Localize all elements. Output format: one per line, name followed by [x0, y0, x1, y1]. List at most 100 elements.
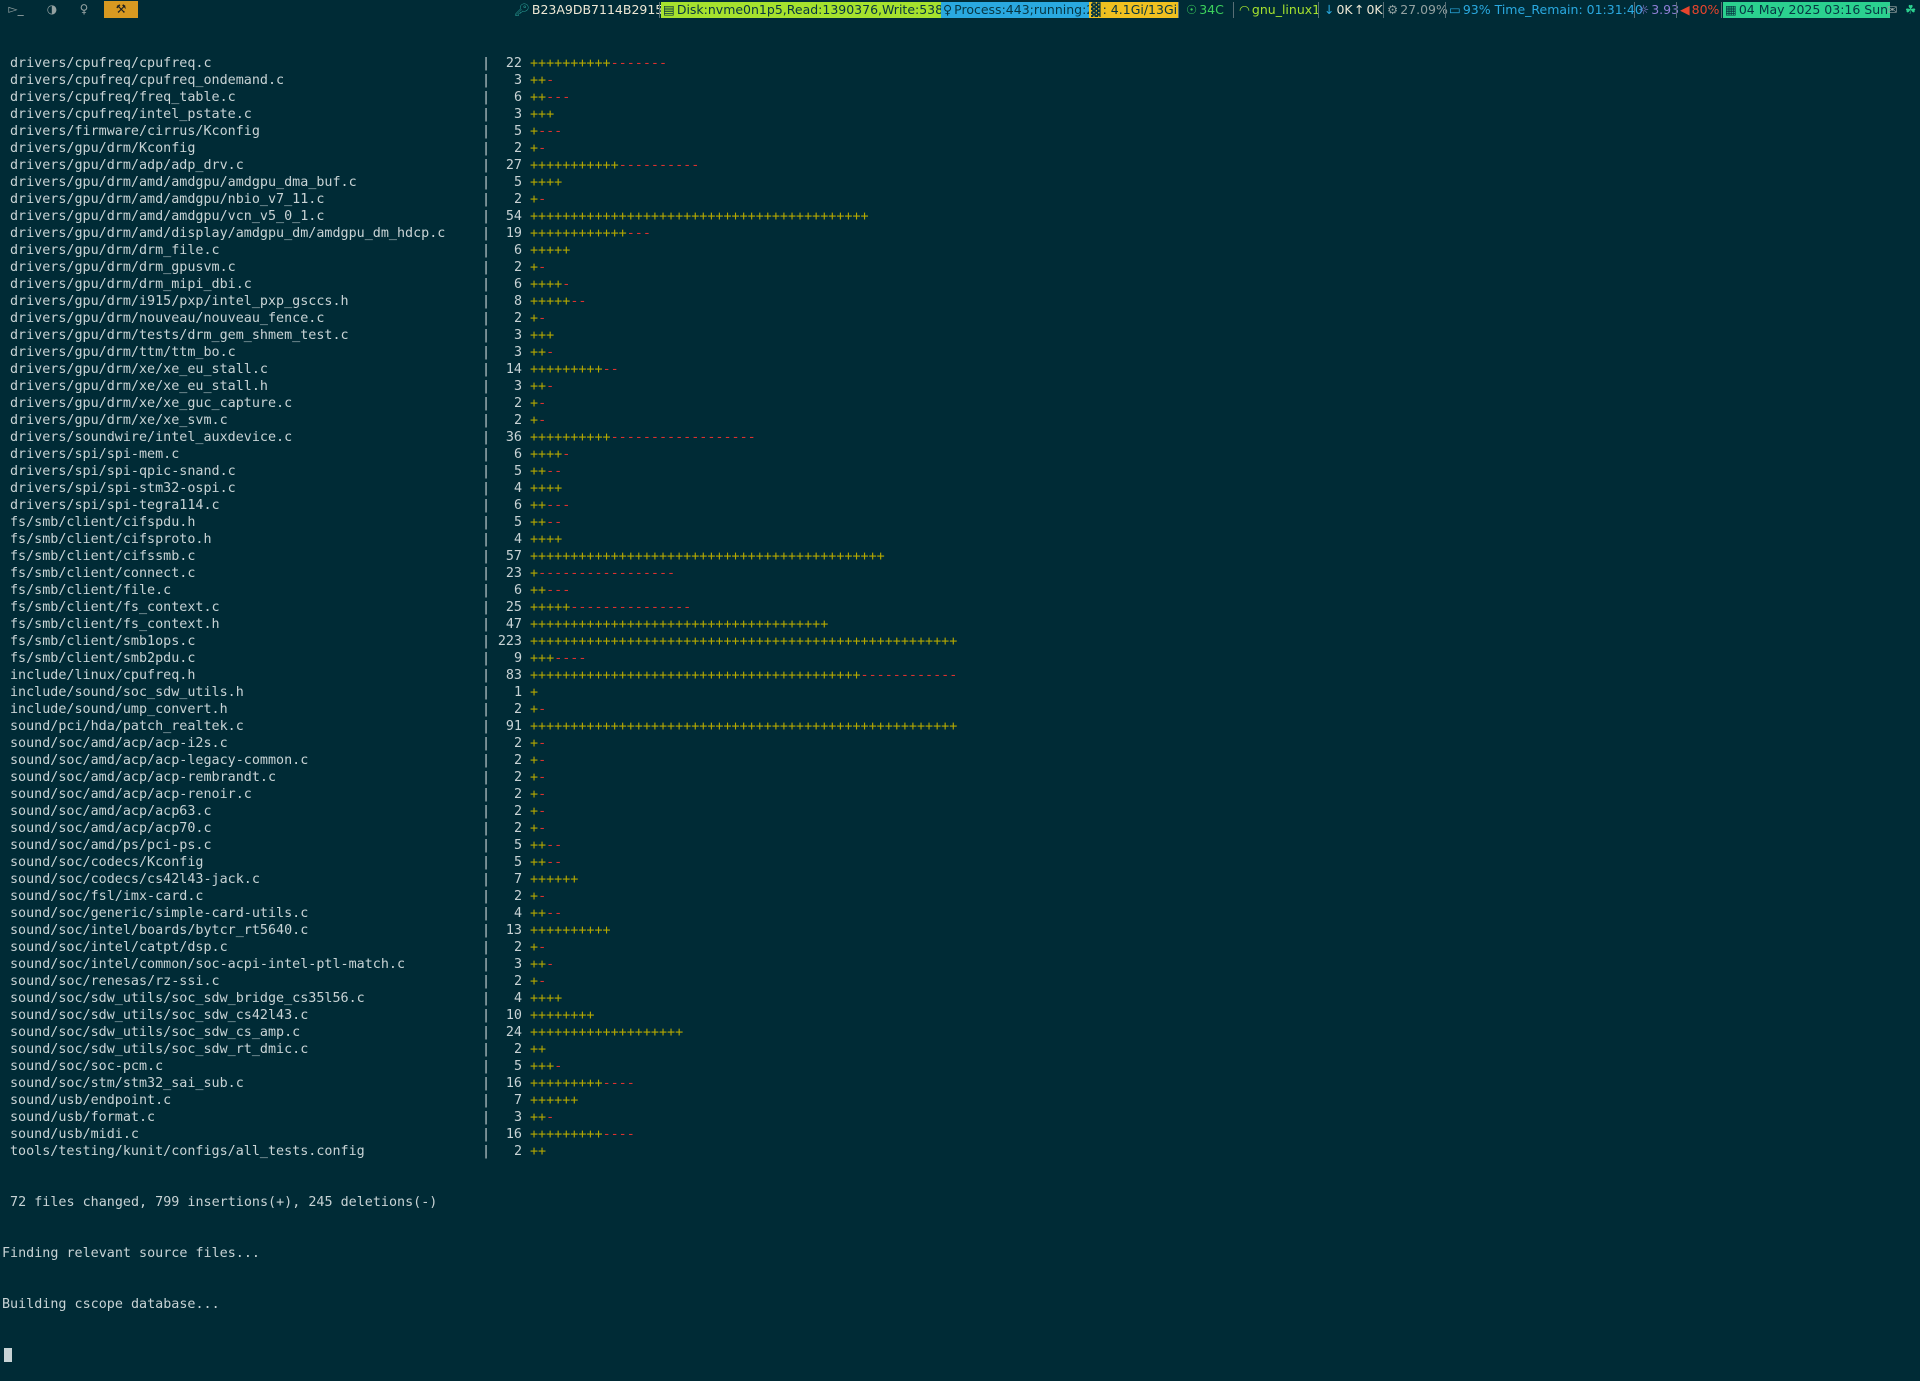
diffstat-row: drivers/gpu/drm/adp/adp_drv.c | 27 ++++++++…	[0, 157, 1920, 174]
deletions-bar: -	[562, 447, 571, 462]
diffstat-row: drivers/spi/spi-qpic-snand.c | 5 ++--	[0, 463, 1920, 480]
mail-tray-icon[interactable]: ✉	[1885, 1, 1899, 19]
change-count: 2	[513, 413, 522, 428]
separator	[1676, 2, 1677, 18]
deletions-bar: -	[538, 940, 547, 955]
file-path: drivers/gpu/drm/amd/amdgpu/vcn_v5_0_1.c	[10, 209, 325, 224]
change-count: 6	[513, 583, 522, 598]
arrow-up-icon: ↑	[1354, 2, 1365, 17]
change-graph: +-	[530, 786, 546, 803]
change-count: 22	[505, 56, 522, 71]
file-path: sound/soc/sdw_utils/soc_sdw_bridge_cs35l…	[10, 991, 365, 1006]
tools-icon[interactable]: ⚒	[104, 1, 138, 18]
browser-icon[interactable]: ◑	[39, 1, 65, 18]
diffstat-row: sound/soc/amd/acp/acp-rembrandt.c | 2 +-	[0, 769, 1920, 786]
file-path: sound/soc/amd/acp/acp-legacy-common.c	[10, 753, 309, 768]
insertions-bar: ++	[530, 1110, 547, 1125]
deletions-bar: -	[538, 889, 547, 904]
tux-icon[interactable]: ♀	[71, 1, 97, 18]
insertions-bar: ++	[530, 1042, 547, 1057]
insertions-bar: +	[530, 311, 539, 326]
insertions-bar: ++++++++++++	[530, 226, 627, 241]
insertions-bar: ++++++++++	[530, 430, 611, 445]
thermometer-icon: ☉	[1186, 2, 1198, 17]
deletions-bar: -	[538, 260, 547, 275]
diffstat-row: include/sound/soc_sdw_utils.h | 1 +	[0, 684, 1920, 701]
insertions-bar: +	[530, 889, 539, 904]
change-count: 10	[505, 1008, 522, 1023]
insertions-bar: +++++++++++	[530, 158, 619, 173]
prompt-line[interactable]	[0, 1347, 1920, 1364]
insertions-bar: ++++	[530, 991, 563, 1006]
diffstat-row: sound/soc/amd/acp/acp-legacy-common.c | 2 +…	[0, 752, 1920, 769]
change-count: 16	[505, 1127, 522, 1142]
tray-app-icon[interactable]: ☘	[1903, 1, 1918, 19]
insertions-bar: ++++++++	[530, 1008, 595, 1023]
deletions-bar: --	[546, 838, 563, 853]
change-graph: ++---	[530, 497, 570, 514]
change-graph: +-	[530, 735, 546, 752]
insertions-bar: +	[530, 685, 539, 700]
process-icon: ♀	[943, 2, 953, 17]
file-path: sound/soc/amd/acp/acp-renoir.c	[10, 787, 252, 802]
deletions-bar: -	[538, 141, 547, 156]
change-count: 2	[513, 804, 522, 819]
diffstat-row: sound/usb/format.c | 3 ++-	[0, 1109, 1920, 1126]
change-graph: ++--	[530, 905, 562, 922]
change-graph: ++++++++++++++++++++++++++++++++++++++++…	[530, 718, 957, 735]
change-graph: ++++++++++	[530, 922, 611, 939]
diffstat-row: sound/soc/amd/acp/acp-renoir.c | 2 +-	[0, 786, 1920, 803]
diffstat-row: sound/soc/generic/simple-card-utils.c | 4 +…	[0, 905, 1920, 922]
insertions-bar: +	[530, 124, 539, 139]
file-path: drivers/spi/spi-stm32-ospi.c	[10, 481, 236, 496]
deletions-bar: -	[546, 345, 555, 360]
diffstat-row: include/linux/cpufreq.h | 83 ++++++++++++++…	[0, 667, 1920, 684]
file-path: fs/smb/client/cifsproto.h	[10, 532, 212, 547]
insertions-bar: +++++++++	[530, 1076, 603, 1091]
insertions-bar: ++++++	[530, 872, 579, 887]
diffstat-row: drivers/gpu/drm/drm_gpusvm.c | 2 +-	[0, 259, 1920, 276]
deletions-bar: --	[546, 906, 563, 921]
change-graph: +++----	[530, 650, 586, 667]
net-up-text: 0K	[1366, 2, 1383, 17]
terminal-output[interactable]: drivers/cpufreq/cpufreq.c | 22 ++++++++++--…	[0, 21, 1920, 1362]
file-path: drivers/gpu/drm/tests/drm_gem_shmem_test…	[10, 328, 349, 343]
change-graph: ++++++++++++++++++++++++++++++++++++++++…	[530, 208, 869, 225]
file-path: drivers/gpu/drm/amd/display/amdgpu_dm/am…	[10, 226, 446, 241]
change-count: 5	[513, 855, 522, 870]
change-graph: +++++++++----	[530, 1126, 635, 1143]
separator	[1178, 2, 1179, 18]
datetime-text: 04 May 2025 03:16 Sun	[1738, 2, 1889, 17]
change-graph: ++---	[530, 89, 570, 106]
file-path: sound/usb/format.c	[10, 1110, 156, 1125]
file-path: sound/soc/intel/boards/bytcr_rt5640.c	[10, 923, 309, 938]
change-count: 6	[513, 243, 522, 258]
file-path: sound/soc/fsl/imx-card.c	[10, 889, 204, 904]
file-path: drivers/gpu/drm/xe/xe_svm.c	[10, 413, 228, 428]
datetime-block[interactable]: ▦ 04 May 2025 03:16 Sun	[1723, 2, 1891, 18]
change-count: 54	[505, 209, 522, 224]
insertions-bar: +	[530, 736, 539, 751]
change-graph: +-	[530, 701, 546, 718]
insertions-bar: ++	[530, 583, 547, 598]
change-count: 3	[513, 345, 522, 360]
insertions-bar: ++	[530, 1144, 547, 1159]
change-graph: ++++	[530, 480, 562, 497]
diffstat-row: sound/soc/codecs/cs42l43-jack.c | 7 ++++++	[0, 871, 1920, 888]
file-path: sound/soc/sdw_utils/soc_sdw_cs42l43.c	[10, 1008, 309, 1023]
change-count: 2	[513, 889, 522, 904]
diffstat-row: drivers/cpufreq/intel_pstate.c | 3 +++	[0, 106, 1920, 123]
volume-block[interactable]: ◀ 80%	[1678, 1, 1721, 19]
diffstat-row: sound/soc/codecs/Kconfig | 5 ++--	[0, 854, 1920, 871]
insertions-bar: +	[530, 753, 539, 768]
file-path: include/sound/ump_convert.h	[10, 702, 228, 717]
separator	[1318, 2, 1319, 18]
change-count: 2	[513, 1042, 522, 1057]
terminal-icon[interactable]: ▻_	[3, 1, 29, 18]
file-path: sound/soc/sdw_utils/soc_sdw_rt_dmic.c	[10, 1042, 309, 1057]
file-path: drivers/gpu/drm/ttm/ttm_bo.c	[10, 345, 236, 360]
diffstat-row: sound/soc/sdw_utils/soc_sdw_bridge_cs35l…	[0, 990, 1920, 1007]
diffstat-row: drivers/spi/spi-mem.c | 6 ++++-	[0, 446, 1920, 463]
change-count: 6	[513, 498, 522, 513]
insertions-bar: ++++++++++	[530, 923, 611, 938]
